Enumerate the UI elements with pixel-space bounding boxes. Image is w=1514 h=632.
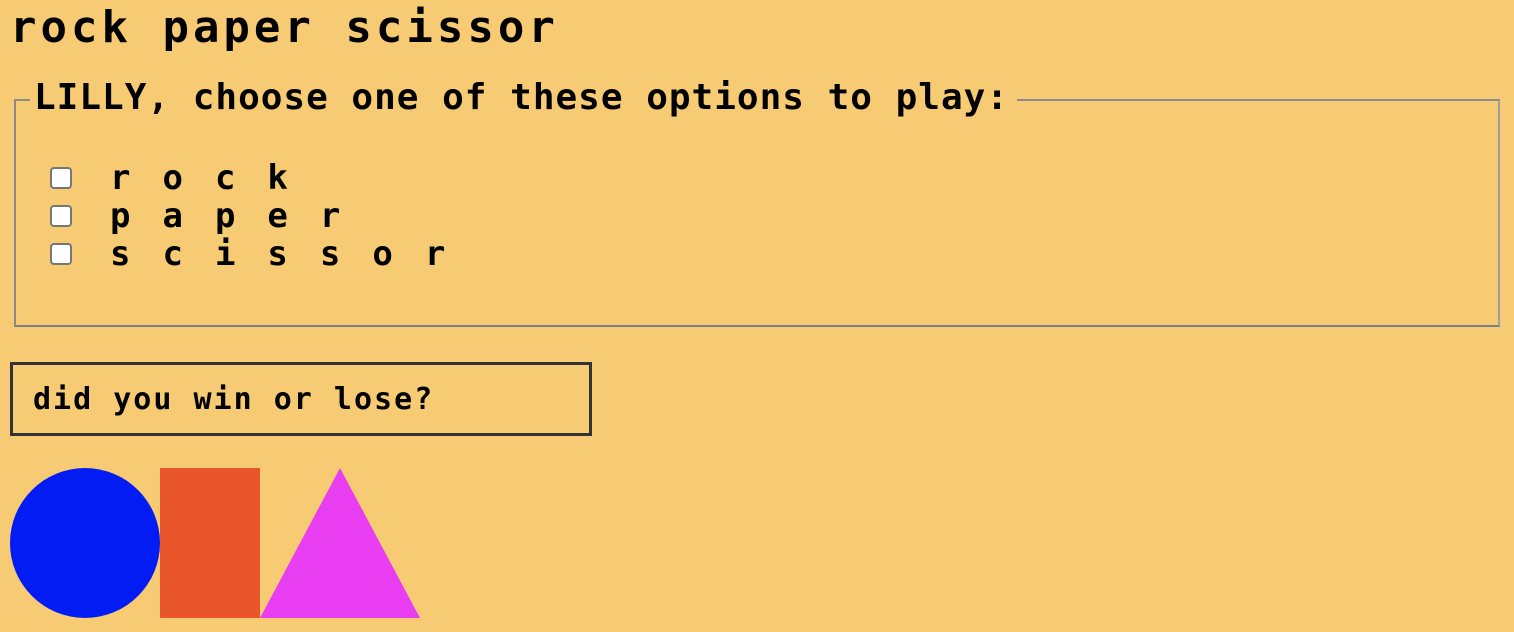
option-paper-label: paper <box>110 196 373 236</box>
option-scissor[interactable]: scissor <box>50 236 477 272</box>
result-button[interactable]: did you win or lose? <box>10 362 592 436</box>
page-title: rock paper scissor <box>10 2 559 53</box>
choice-legend: LILLY, choose one of these options to pl… <box>30 76 1017 120</box>
paper-rectangle-shape <box>160 468 260 618</box>
option-rock[interactable]: rock <box>50 160 320 196</box>
scissor-triangle-shape <box>260 468 420 618</box>
option-rock-label: rock <box>110 158 320 198</box>
paper-checkbox[interactable] <box>50 205 72 227</box>
scissor-checkbox[interactable] <box>50 243 72 265</box>
option-scissor-label: scissor <box>110 234 478 274</box>
option-paper[interactable]: paper <box>50 198 372 234</box>
rock-circle-shape <box>10 468 160 618</box>
rock-checkbox[interactable] <box>50 167 72 189</box>
